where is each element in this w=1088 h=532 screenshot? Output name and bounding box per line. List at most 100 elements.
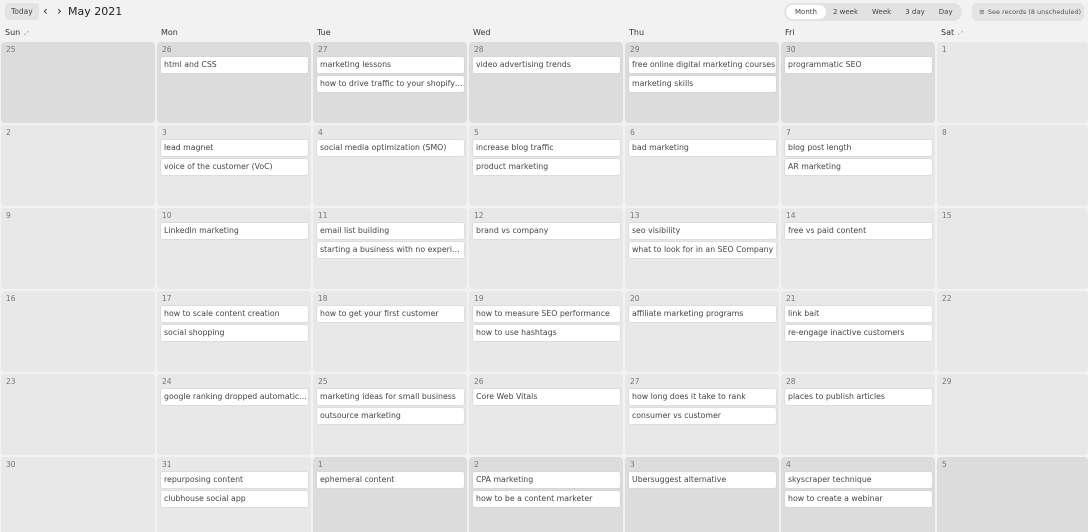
day-cell[interactable]: 1 ephemeral content [313, 457, 467, 532]
day-cell[interactable]: 21 link bait re-engage inactive customers [781, 291, 935, 372]
day-cell[interactable]: 3 Ubersuggest alternative [625, 457, 779, 532]
day-cell[interactable]: 29 free online digital marketing courses m… [625, 42, 779, 123]
view-3-day[interactable]: 3 day [898, 5, 932, 19]
record-card[interactable]: clubhouse social app [161, 491, 308, 507]
day-cell[interactable]: 14 free vs paid content [781, 208, 935, 289]
record-card[interactable]: email list building [317, 223, 464, 239]
day-cell[interactable]: 8 [937, 125, 1088, 206]
record-card[interactable]: how to be a content marketer [473, 491, 620, 507]
record-card[interactable]: Core Web Vitals [473, 389, 620, 405]
day-cell[interactable]: 19 how to measure SEO performance how to u… [469, 291, 623, 372]
record-card[interactable]: html and CSS [161, 57, 308, 73]
record-card[interactable]: video advertising trends [473, 57, 620, 73]
record-card[interactable]: increase blog traffic [473, 140, 620, 156]
record-card[interactable]: outsource marketing [317, 408, 464, 424]
record-card[interactable]: google ranking dropped automatically [161, 389, 308, 405]
day-cell[interactable]: 3 lead magnet voice of the customer (VoC) [157, 125, 311, 206]
record-card[interactable]: consumer vs customer [629, 408, 776, 424]
day-cell[interactable]: 28 video advertising trends [469, 42, 623, 123]
record-card[interactable]: how to use hashtags [473, 325, 620, 341]
record-card[interactable]: seo visibility [629, 223, 776, 239]
record-card[interactable]: lead magnet [161, 140, 308, 156]
record-card[interactable]: re-engage inactive customers [785, 325, 932, 341]
view-day[interactable]: Day [932, 5, 960, 19]
record-card[interactable]: affiliate marketing programs [629, 306, 776, 322]
day-cell[interactable]: 4 social media optimization (SMO) [313, 125, 467, 206]
record-card[interactable]: repurposing content [161, 472, 308, 488]
record-card[interactable]: free vs paid content [785, 223, 932, 239]
record-card[interactable]: free online digital marketing courses [629, 57, 776, 73]
record-card[interactable]: AR marketing [785, 159, 932, 175]
day-cell[interactable]: 27 marketing lessons how to drive traffic … [313, 42, 467, 123]
record-card[interactable]: starting a business with no experience [317, 242, 464, 258]
record-card[interactable]: skyscraper technique [785, 472, 932, 488]
day-cell[interactable]: 13 seo visibility what to look for in an S… [625, 208, 779, 289]
day-cell[interactable]: 2 [1, 125, 155, 206]
record-card[interactable]: voice of the customer (VoC) [161, 159, 308, 175]
previous-month-icon[interactable]: ‹ [43, 3, 48, 20]
record-card[interactable]: what to look for in an SEO Company [629, 242, 776, 258]
record-card[interactable]: marketing lessons [317, 57, 464, 73]
day-number: 27 [630, 377, 640, 386]
day-cell[interactable]: 5 [937, 457, 1088, 532]
day-cell[interactable]: 9 [1, 208, 155, 289]
record-card[interactable]: social media optimization (SMO) [317, 140, 464, 156]
record-card[interactable]: marketing skills [629, 76, 776, 92]
expand-weekend-icon[interactable]: ⤢ [24, 30, 29, 37]
day-cell[interactable]: 1 [937, 42, 1088, 123]
record-card[interactable]: how long does it take to rank [629, 389, 776, 405]
record-card[interactable]: bad marketing [629, 140, 776, 156]
next-month-icon[interactable]: › [57, 3, 62, 20]
record-card[interactable]: link bait [785, 306, 932, 322]
day-cell[interactable]: 26 Core Web Vitals [469, 374, 623, 455]
record-card[interactable]: how to get your first customer [317, 306, 464, 322]
day-cell[interactable]: 23 [1, 374, 155, 455]
day-cell[interactable]: 26 html and CSS [157, 42, 311, 123]
day-cell[interactable]: 18 how to get your first customer [313, 291, 467, 372]
day-cell[interactable]: 7 blog post length AR marketing [781, 125, 935, 206]
record-card[interactable]: social shopping [161, 325, 308, 341]
record-card[interactable]: product marketing [473, 159, 620, 175]
record-card[interactable]: how to scale content creation [161, 306, 308, 322]
day-cell[interactable]: 30 [1, 457, 155, 532]
record-card[interactable]: Ubersuggest alternative [629, 472, 776, 488]
day-cell[interactable]: 17 how to scale content creation social sh… [157, 291, 311, 372]
day-cell[interactable]: 30 programmatic SEO [781, 42, 935, 123]
day-cell[interactable]: 22 [937, 291, 1088, 372]
view-month[interactable]: Month [786, 5, 826, 19]
day-cell[interactable]: 27 how long does it take to rank consumer … [625, 374, 779, 455]
record-card[interactable]: programmatic SEO [785, 57, 932, 73]
day-cell[interactable]: 6 bad marketing [625, 125, 779, 206]
record-card[interactable]: ephemeral content [317, 472, 464, 488]
day-cell[interactable]: 29 [937, 374, 1088, 455]
record-card[interactable]: brand vs company [473, 223, 620, 239]
day-cell[interactable]: 24 google ranking dropped automatically [157, 374, 311, 455]
day-cell[interactable]: 5 increase blog traffic product marketing [469, 125, 623, 206]
day-cell[interactable]: 10 LinkedIn marketing [157, 208, 311, 289]
weekday-wed: Wed [473, 27, 490, 39]
today-button[interactable]: Today [5, 3, 39, 20]
expand-weekend-icon[interactable]: ⤢ [958, 30, 963, 37]
record-card[interactable]: how to measure SEO performance [473, 306, 620, 322]
record-card[interactable]: marketing ideas for small business [317, 389, 464, 405]
record-card[interactable]: blog post length [785, 140, 932, 156]
day-cell[interactable]: 11 email list building starting a business… [313, 208, 467, 289]
record-card[interactable]: how to drive traffic to your shopify sto… [317, 76, 464, 92]
record-card[interactable]: places to publish articles [785, 389, 932, 405]
record-card[interactable]: LinkedIn marketing [161, 223, 308, 239]
day-cell[interactable]: 16 [1, 291, 155, 372]
day-cell[interactable]: 15 [937, 208, 1088, 289]
day-cell[interactable]: 2 CPA marketing how to be a content market… [469, 457, 623, 532]
day-cell[interactable]: 4 skyscraper technique how to create a web… [781, 457, 935, 532]
view-week[interactable]: Week [865, 5, 898, 19]
see-records-button[interactable]: ≡ See records (8 unscheduled) [972, 3, 1084, 21]
day-cell[interactable]: 12 brand vs company [469, 208, 623, 289]
day-cell[interactable]: 20 affiliate marketing programs [625, 291, 779, 372]
day-cell[interactable]: 31 repurposing content clubhouse social ap… [157, 457, 311, 532]
day-cell[interactable]: 25 [1, 42, 155, 123]
day-cell[interactable]: 28 places to publish articles [781, 374, 935, 455]
view-2-week[interactable]: 2 week [826, 5, 865, 19]
day-cell[interactable]: 25 marketing ideas for small business outs… [313, 374, 467, 455]
record-card[interactable]: how to create a webinar [785, 491, 932, 507]
record-card[interactable]: CPA marketing [473, 472, 620, 488]
